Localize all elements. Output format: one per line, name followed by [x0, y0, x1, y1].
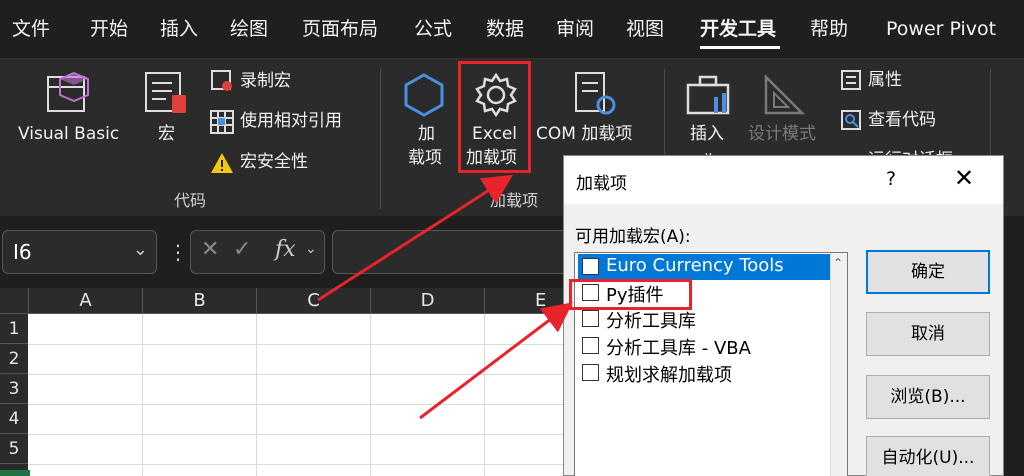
row-header-5[interactable]: 5 — [0, 434, 28, 464]
scroll-up-icon[interactable]: ⌃ — [833, 256, 843, 270]
browse-button[interactable]: 浏览(B)... — [866, 375, 990, 419]
macros-icon — [145, 72, 186, 113]
grid-line — [484, 314, 485, 476]
cell-area[interactable] — [28, 314, 580, 476]
py-plugin-highlight — [569, 279, 692, 310]
code-group-label: 代码 — [174, 191, 207, 210]
column-header-b[interactable]: B — [142, 288, 256, 314]
dialog-title-bar: 加载项 ? ✕ — [564, 156, 1003, 204]
grid-line — [256, 314, 257, 476]
tab-insert[interactable]: 插入 — [160, 17, 198, 41]
addins-label-line1: 加 — [418, 124, 435, 144]
tab-data[interactable]: 数据 — [486, 17, 524, 41]
grid-line — [370, 314, 371, 476]
column-headers: A B C D E — [0, 288, 580, 314]
toolbox-icon — [686, 75, 730, 115]
list-item[interactable]: 分析工具库 - VBA — [578, 333, 832, 359]
grid-line — [28, 374, 580, 375]
record-macro-icon — [211, 70, 232, 91]
com-addins-icon — [575, 72, 616, 115]
row-header-2[interactable]: 2 — [0, 344, 28, 374]
name-box[interactable]: I6 ⌄ — [2, 230, 157, 274]
grid-line — [142, 314, 143, 476]
row-headers: 1 2 3 4 5 — [0, 314, 28, 476]
insert-function-icon[interactable]: fx — [275, 237, 296, 262]
ok-button[interactable]: 确定 — [866, 250, 990, 294]
available-addins-label: 可用加载宏(A): — [575, 227, 691, 247]
macros-label: 宏 — [158, 124, 175, 144]
formula-function-box: ✕ ✓ fx ⌄ — [190, 230, 325, 274]
grid-line — [28, 464, 580, 465]
addin-label: Euro Currency Tools — [606, 255, 784, 276]
column-header-a[interactable]: A — [28, 288, 142, 314]
tab-view[interactable]: 视图 — [626, 17, 664, 41]
relative-reference-label: 使用相对引用 — [240, 111, 342, 131]
addin-label: 分析工具库 - VBA — [606, 338, 751, 359]
addins-dialog: 加载项 ? ✕ 可用加载宏(A): Euro Currency Tools Py… — [563, 155, 1004, 476]
close-icon[interactable]: ✕ — [954, 164, 974, 192]
tab-draw[interactable]: 绘图 — [230, 17, 268, 41]
row-header-4[interactable]: 4 — [0, 404, 28, 434]
addins-label-line2: 载项 — [408, 148, 442, 168]
chevron-down-icon[interactable]: ⌄ — [305, 241, 317, 257]
cancel-icon[interactable]: ✕ — [201, 237, 219, 262]
addin-checkbox[interactable] — [582, 258, 599, 275]
row-header-1[interactable]: 1 — [0, 314, 28, 344]
design-mode-icon — [764, 73, 806, 115]
visual-basic-label: Visual Basic — [18, 124, 120, 144]
list-item[interactable]: 规划求解加载项 — [578, 360, 832, 386]
properties-icon — [841, 70, 861, 90]
insert-control-label: 插入 — [690, 124, 724, 144]
cancel-button[interactable]: 取消 — [866, 312, 990, 356]
grid-line — [28, 404, 580, 405]
group-separator — [380, 69, 381, 209]
macro-security-label: 宏安全性 — [240, 152, 308, 172]
automation-button[interactable]: 自动化(U)... — [866, 436, 990, 476]
chevron-down-icon[interactable]: ⌄ — [133, 239, 148, 260]
tab-file[interactable]: 文件 — [12, 17, 50, 41]
addin-label: 分析工具库 — [606, 311, 696, 332]
view-code-label: 查看代码 — [868, 110, 936, 130]
addins-group-label: 加载项 — [490, 191, 539, 210]
tab-formulas[interactable]: 公式 — [414, 17, 452, 41]
tab-review[interactable]: 审阅 — [556, 17, 594, 41]
active-tab-indicator — [700, 46, 780, 49]
tab-developer[interactable]: 开发工具 — [700, 17, 776, 41]
addin-checkbox[interactable] — [582, 337, 599, 354]
warning-icon — [211, 153, 233, 173]
addins-icon — [404, 73, 444, 117]
design-mode-label: 设计模式 — [748, 124, 816, 144]
help-icon[interactable]: ? — [886, 168, 896, 190]
column-header-c[interactable]: C — [256, 288, 370, 314]
confirm-icon[interactable]: ✓ — [233, 237, 251, 262]
record-macro-label: 录制宏 — [240, 71, 291, 91]
addin-checkbox[interactable] — [582, 310, 599, 327]
list-item[interactable]: Euro Currency Tools — [578, 254, 832, 280]
tab-page-layout[interactable]: 页面布局 — [302, 17, 378, 41]
select-all-corner[interactable] — [0, 288, 28, 314]
tab-power-pivot[interactable]: Power Pivot — [886, 17, 996, 41]
visual-basic-icon — [47, 71, 89, 112]
formula-input[interactable] — [332, 230, 572, 274]
spreadsheet-grid: A B C D E 1 2 3 4 5 — [0, 288, 580, 476]
properties-label: 属性 — [868, 70, 902, 90]
row-header-3[interactable]: 3 — [0, 374, 28, 404]
column-header-d[interactable]: D — [370, 288, 484, 314]
addin-label: 规划求解加载项 — [606, 365, 732, 386]
more-options-icon[interactable]: ⋮ — [168, 240, 188, 264]
dialog-title: 加载项 — [576, 174, 627, 194]
tab-help[interactable]: 帮助 — [810, 17, 848, 41]
listbox-scrollbar[interactable]: ⌃ — [830, 253, 847, 476]
menu-bar: 文件 开始 插入 绘图 页面布局 公式 数据 审阅 视图 开发工具 帮助 Pow… — [0, 0, 1024, 58]
name-box-value: I6 — [13, 240, 32, 264]
tab-home[interactable]: 开始 — [90, 17, 128, 41]
view-code-icon — [841, 110, 861, 130]
com-addins-label: COM 加载项 — [536, 124, 633, 144]
excel-addins-highlight — [458, 61, 531, 173]
grid-line — [28, 434, 580, 435]
grid-line — [28, 344, 580, 345]
sheet-indicator — [0, 470, 30, 476]
relative-reference-icon — [210, 110, 234, 134]
addin-checkbox[interactable] — [582, 364, 599, 381]
